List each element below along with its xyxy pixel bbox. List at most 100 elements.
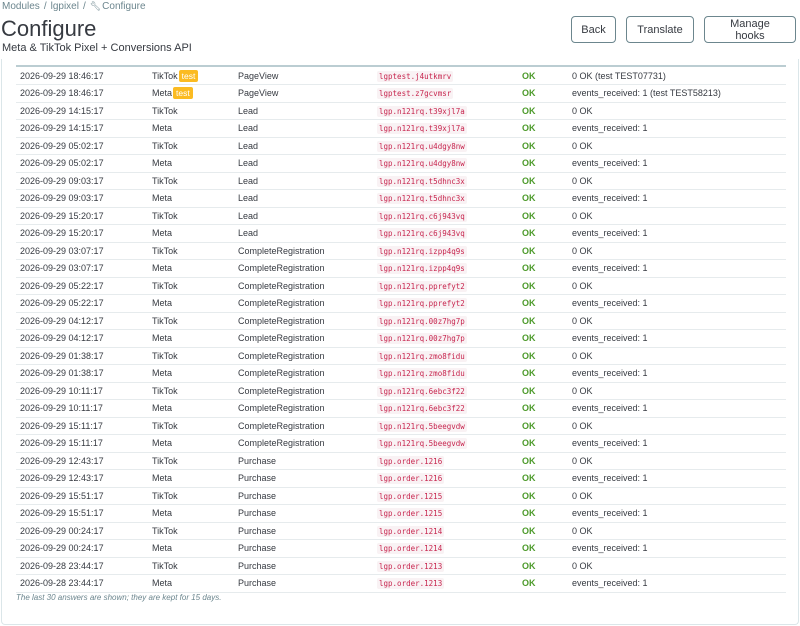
event-cell: PageView — [234, 67, 373, 85]
status-ok: OK — [522, 88, 536, 99]
retention-note: The last 30 answers are shown; they are … — [16, 593, 222, 602]
back-button[interactable]: Back — [571, 16, 616, 43]
table-row: 2026-09-28 23:44:17 TikTok Purchase lgp.ord… — [16, 557, 786, 575]
status-ok: OK — [522, 140, 536, 151]
table-row: 2026-09-29 03:07:17 Meta CompleteRegistrat… — [16, 259, 786, 278]
date-cell: 2026-09-29 14:15:17 — [16, 102, 148, 120]
status-cell: OK — [518, 382, 568, 400]
table-row: 2026-09-29 04:12:17 Meta CompleteRegistrat… — [16, 329, 786, 348]
platform-text: TikTok — [152, 210, 178, 221]
event-cell: Purchase — [234, 452, 373, 470]
status-cell: OK — [518, 469, 568, 488]
event-cell: Purchase — [234, 522, 373, 540]
breadcrumb-module[interactable]: lgpixel — [51, 1, 79, 12]
date-text: 2026-09-29 00:24:17 — [20, 543, 104, 554]
event-id-code: lgp.n121rq.c6j943vq — [377, 228, 467, 240]
date-text: 2026-09-29 15:11:17 — [20, 438, 103, 449]
platform-text: Meta — [152, 578, 173, 589]
page-title: Configure — [1, 16, 97, 41]
platform-cell: TikTok — [148, 312, 234, 330]
platform-text: TikTok — [152, 350, 178, 361]
date-cell: 2026-09-29 03:07:17 — [16, 242, 148, 260]
event-id-cell: lgp.n121rq.t5dhnc3x — [373, 172, 518, 190]
platform-text: TikTok — [152, 560, 178, 571]
table-row: 2026-09-29 15:51:17 Meta Purchase lgp.order… — [16, 504, 786, 523]
event-cell: Purchase — [234, 557, 373, 575]
date-cell: 2026-09-29 14:15:17 — [16, 119, 148, 138]
event-text: PageView — [238, 88, 279, 99]
status-cell: OK — [518, 277, 568, 295]
response-text: events_received: 1 — [572, 543, 648, 554]
status-ok: OK — [522, 578, 536, 589]
response-text: 0 OK — [572, 140, 593, 151]
date-cell: 2026-09-29 12:43:17 — [16, 469, 148, 488]
platform-cell: TikTok — [148, 277, 234, 295]
response-text: events_received: 1 — [572, 403, 648, 414]
response-text: 0 OK — [572, 420, 593, 431]
date-text: 2026-09-29 01:38:17 — [20, 368, 104, 379]
response-cell: 0 OK — [568, 172, 786, 190]
status-cell: OK — [518, 207, 568, 225]
status-cell: OK — [518, 189, 568, 208]
platform-text: TikTok — [152, 455, 178, 466]
table-row: 2026-09-29 15:20:17 Meta Lead lgp.n121rq.c6… — [16, 224, 786, 243]
date-cell: 2026-09-29 00:24:17 — [16, 539, 148, 558]
event-id-cell: lgp.n121rq.00z7hg7p — [373, 329, 518, 348]
response-text: 0 OK — [572, 455, 593, 466]
translate-button[interactable]: Translate — [626, 16, 694, 43]
status-cell: OK — [518, 67, 568, 85]
platform-cell: Meta — [148, 364, 234, 383]
event-id-cell: lgp.n121rq.pprefyt2 — [373, 277, 518, 295]
date-text: 2026-09-29 15:20:17 — [20, 210, 104, 221]
event-id-code: lgp.order.1215 — [377, 508, 445, 520]
date-text: 2026-09-29 10:11:17 — [20, 403, 103, 414]
response-cell: events_received: 1 — [568, 294, 786, 313]
platform-text: TikTok — [152, 280, 178, 291]
event-cell: CompleteRegistration — [234, 399, 373, 418]
date-cell: 2026-09-29 09:03:17 — [16, 172, 148, 190]
date-cell: 2026-09-29 00:24:17 — [16, 522, 148, 540]
manage-hooks-button[interactable]: Manage hooks — [704, 16, 796, 43]
event-id-code: lgp.n121rq.t5dhnc3x — [377, 193, 467, 205]
date-text: 2026-09-29 05:02:17 — [20, 140, 104, 151]
platform-cell: Meta — [148, 329, 234, 348]
response-cell: events_received: 1 (test TEST58213) — [568, 84, 786, 103]
event-id-code: lgp.n121rq.6ebc3f22 — [377, 403, 467, 415]
date-cell: 2026-09-29 01:38:17 — [16, 364, 148, 383]
table-row: 2026-09-29 05:22:17 Meta CompleteRegistrat… — [16, 294, 786, 313]
api-log-table-body: 2026-09-29 18:46:17 TikTok test PageView lgp… — [16, 67, 786, 593]
date-cell: 2026-09-29 05:22:17 — [16, 277, 148, 295]
event-cell: Purchase — [234, 574, 373, 593]
event-id-cell: lgp.order.1215 — [373, 504, 518, 523]
date-text: 2026-09-29 18:46:17 — [20, 70, 104, 81]
table-row: 2026-09-29 05:22:17 TikTok CompleteRegistr… — [16, 277, 786, 295]
response-text: events_received: 1 — [572, 298, 648, 309]
event-text: CompleteRegistration — [238, 385, 325, 396]
status-ok: OK — [522, 560, 536, 571]
event-id-cell: lgp.n121rq.c6j943vq — [373, 207, 518, 225]
page-subtitle: Meta & TikTok Pixel + Conversions API — [2, 42, 192, 54]
response-text: 0 OK — [572, 280, 593, 291]
response-text: events_received: 1 — [572, 158, 648, 169]
platform-cell: Meta — [148, 574, 234, 593]
response-cell: 0 OK (test TEST07731) — [568, 67, 786, 85]
date-text: 2026-09-29 18:46:17 — [20, 88, 104, 99]
event-text: CompleteRegistration — [238, 298, 325, 309]
response-cell: 0 OK — [568, 522, 786, 540]
platform-cell: TikTok — [148, 417, 234, 435]
event-id-cell: lgp.order.1216 — [373, 469, 518, 488]
date-cell: 2026-09-29 15:11:17 — [16, 434, 148, 453]
response-text: events_received: 1 — [572, 333, 648, 344]
breadcrumb-modules[interactable]: Modules — [2, 1, 40, 12]
event-id-cell: lgp.n121rq.zmo8fidu — [373, 347, 518, 365]
api-log-panel: 2026-09-29 18:46:17 TikTok test PageView lgp… — [1, 59, 799, 625]
status-ok: OK — [522, 403, 536, 414]
event-id-code: lgp.n121rq.zmo8fidu — [377, 368, 467, 380]
test-badge: test — [173, 87, 193, 100]
table-row: 2026-09-29 12:43:17 Meta Purchase lgp.order… — [16, 469, 786, 488]
status-ok: OK — [522, 525, 536, 536]
date-text: 2026-09-29 12:43:17 — [20, 455, 104, 466]
breadcrumb-separator: / — [82, 1, 86, 12]
response-text: events_received: 1 — [572, 193, 648, 204]
event-id-code: lgp.n121rq.t39xjl7a — [377, 123, 467, 135]
